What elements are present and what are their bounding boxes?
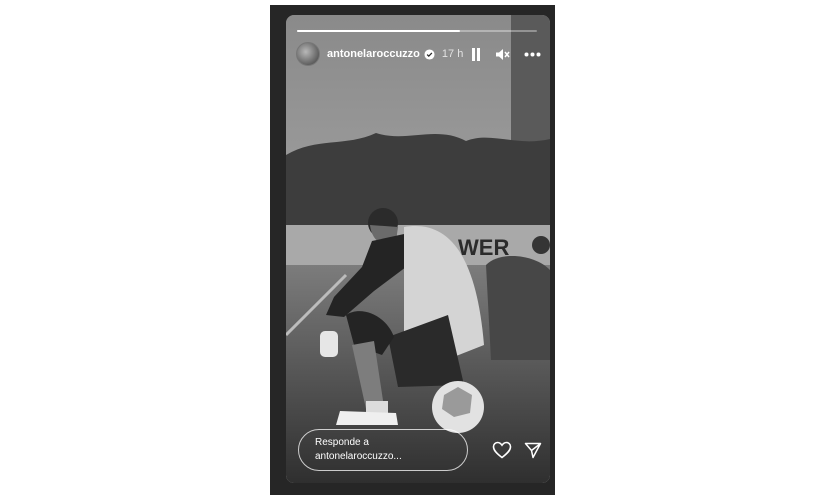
username[interactable]: antonelaroccuzzo	[327, 48, 420, 60]
pause-icon[interactable]	[471, 47, 481, 61]
story-controls	[471, 47, 541, 61]
heart-icon[interactable]	[492, 441, 512, 464]
story-progress-fill	[297, 30, 461, 32]
verified-badge-icon	[424, 48, 435, 60]
jersey-text: WER	[458, 235, 509, 260]
story-card[interactable]: WER antonelaroccuzzo 17 h Responde a ant…	[286, 15, 550, 483]
story-progress-bar	[297, 30, 537, 32]
story-header: antonelaroccuzzo 17 h	[296, 42, 541, 66]
reply-input[interactable]: Responde a antonelaroccuzzo...	[298, 429, 468, 471]
story-photo: WER	[286, 15, 550, 483]
send-icon[interactable]	[524, 442, 542, 464]
muted-speaker-icon[interactable]	[495, 48, 510, 61]
reply-placeholder-line-1: Responde a	[315, 437, 369, 448]
avatar[interactable]	[296, 42, 320, 66]
more-icon[interactable]	[524, 52, 541, 57]
story-timestamp: 17 h	[441, 48, 464, 60]
reply-placeholder-line-2: antonelaroccuzzo...	[315, 451, 402, 462]
story-footer: Responde a antonelaroccuzzo...	[298, 429, 542, 473]
